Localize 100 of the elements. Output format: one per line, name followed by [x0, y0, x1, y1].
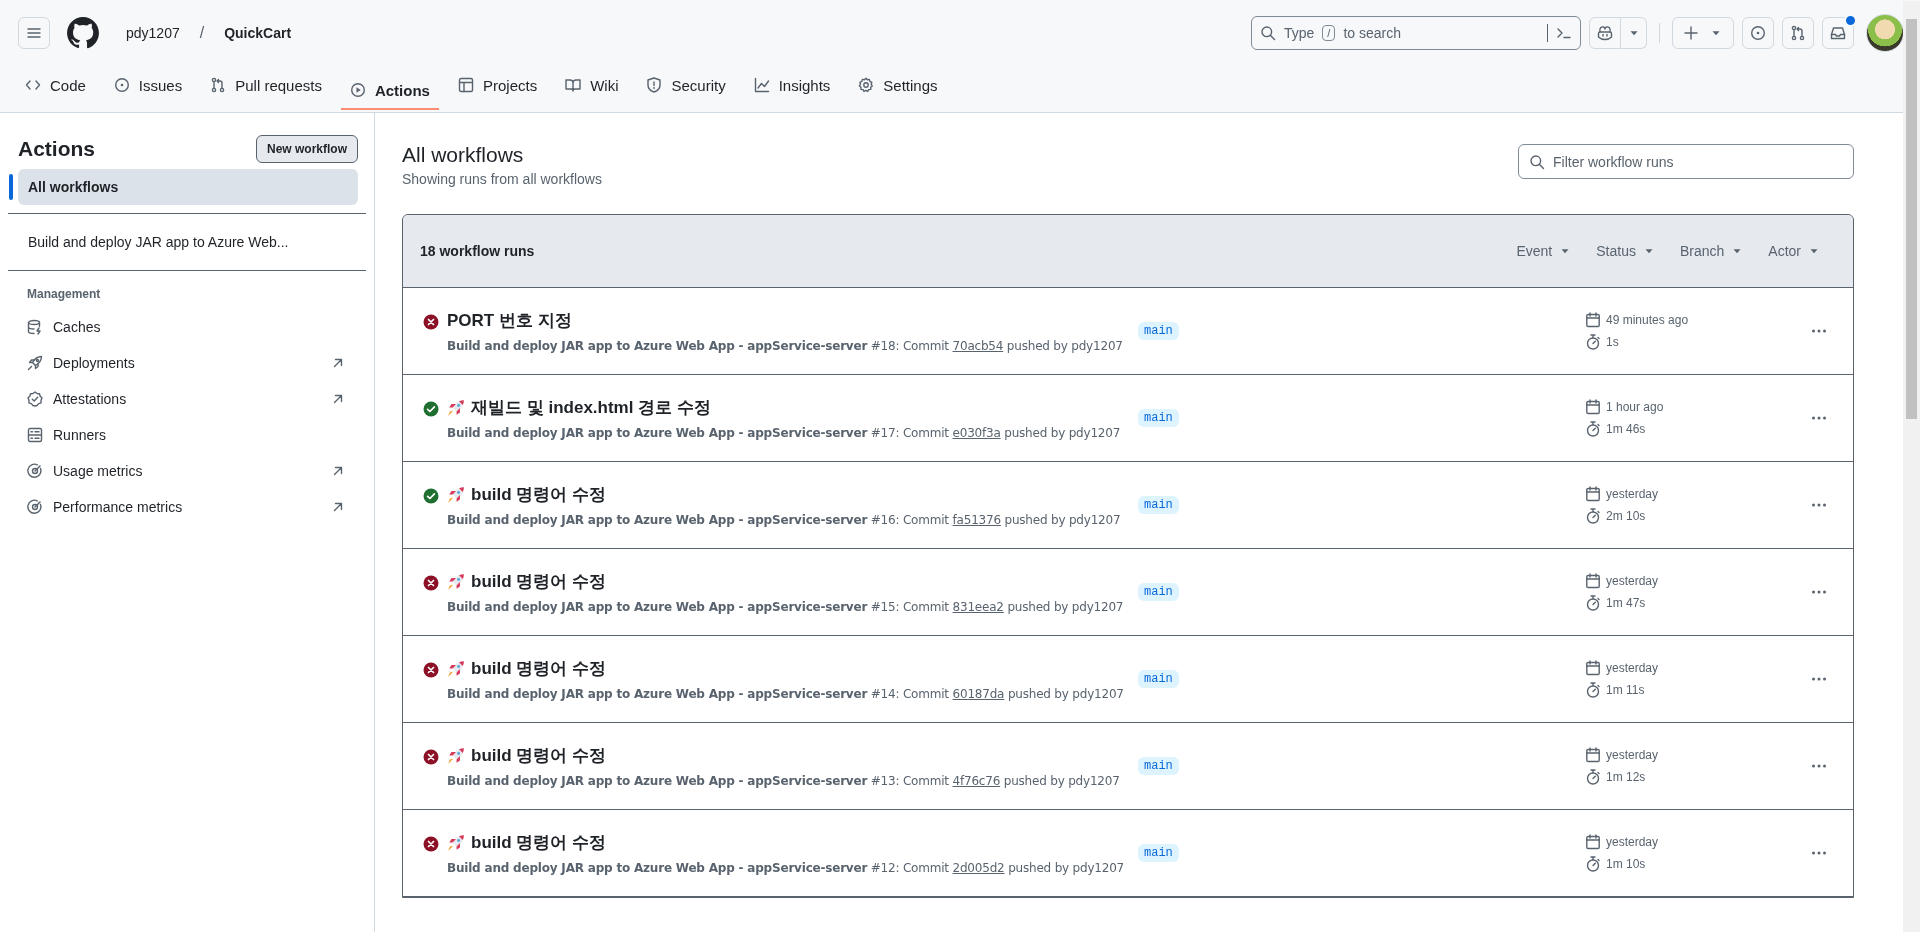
- commit-link[interactable]: 831eea2: [952, 600, 1004, 614]
- inbox-button[interactable]: [1822, 17, 1854, 49]
- graph-icon: [753, 77, 770, 93]
- commit-link[interactable]: 60187da: [952, 687, 1005, 701]
- workflow-item[interactable]: All workflows: [18, 169, 358, 205]
- run-description: Build and deploy JAR app to Azure Web App - appService-server #16: Commit fa51376 pushed by pdy1207: [447, 513, 1121, 527]
- commit-link[interactable]: 4f76c76: [952, 774, 1001, 788]
- run-title[interactable]: build 명령어 수정: [471, 483, 607, 507]
- sidebar-item[interactable]: Usage metrics: [8, 453, 366, 489]
- calendar-icon: [1585, 399, 1601, 415]
- search-icon: [1529, 153, 1545, 170]
- commit-link[interactable]: 70acb54: [952, 339, 1004, 353]
- nav-tab[interactable]: Pull requests: [201, 66, 331, 104]
- filter-dropdown[interactable]: Status: [1596, 243, 1656, 259]
- inbox-icon: [1830, 25, 1846, 41]
- logo-icon: [66, 16, 100, 50]
- check-badge-icon: [27, 391, 43, 407]
- commit-link[interactable]: fa51376: [952, 513, 1001, 527]
- run-description: Build and deploy JAR app to Azure Web App - appService-server #17: Commit e030f3a pushed by pdy1207: [447, 426, 1121, 440]
- nav-tab[interactable]: Settings: [849, 66, 947, 104]
- run-duration: 1m 46s: [1606, 422, 1646, 436]
- issue-icon: [113, 77, 130, 93]
- branch-label[interactable]: main: [1138, 583, 1179, 601]
- commit-link[interactable]: 2d005d2: [952, 861, 1005, 875]
- sidebar-item[interactable]: Performance metrics: [8, 489, 366, 525]
- issues-button[interactable]: [1742, 17, 1774, 49]
- nav-tab[interactable]: Projects: [448, 66, 547, 104]
- menu-button[interactable]: [18, 17, 50, 49]
- new-workflow-button[interactable]: New workflow: [256, 135, 358, 163]
- nav-tab[interactable]: Security: [637, 66, 735, 104]
- calendar-icon: [1585, 486, 1601, 502]
- nav-tab[interactable]: Insights: [744, 66, 840, 104]
- gear-icon: [858, 77, 875, 93]
- calendar-icon: [1585, 660, 1601, 676]
- sidebar-item[interactable]: Runners: [8, 417, 366, 453]
- pull-request-icon: [210, 77, 227, 93]
- calendar-icon: [1585, 573, 1601, 589]
- calendar-icon: [1585, 312, 1601, 328]
- breadcrumb-separator: /: [199, 24, 205, 42]
- book-icon: [565, 77, 582, 93]
- run-date: 1 hour ago: [1606, 400, 1664, 414]
- branch-label[interactable]: main: [1138, 409, 1179, 427]
- run-duration: 1m 47s: [1606, 596, 1646, 610]
- run-title[interactable]: 재빌드 및 index.html 경로 수정: [471, 396, 711, 420]
- branch-label[interactable]: main: [1138, 844, 1179, 862]
- run-duration: 2m 10s: [1606, 509, 1646, 523]
- run-title[interactable]: build 명령어 수정: [471, 657, 607, 681]
- run-description: Build and deploy JAR app to Azure Web App - appService-server #12: Commit 2d005d2 pushed by pdy1207: [447, 861, 1125, 875]
- pull-requests-button[interactable]: [1782, 17, 1814, 49]
- branch-label[interactable]: main: [1138, 757, 1179, 775]
- gauge-icon: [27, 463, 43, 479]
- workflow-item[interactable]: Build and deploy JAR app to Azure Web...: [18, 224, 358, 260]
- filter-field[interactable]: Filter workflow runs: [1518, 144, 1854, 179]
- avatar[interactable]: [1866, 14, 1904, 52]
- owner-link[interactable]: pdy1207: [120, 21, 186, 45]
- branch-label[interactable]: main: [1138, 496, 1179, 514]
- nav-tab[interactable]: Issues: [104, 66, 192, 104]
- filter-dropdown[interactable]: Branch: [1679, 243, 1745, 259]
- nav-tab[interactable]: Code: [16, 66, 95, 104]
- database-icon: [27, 319, 43, 335]
- stopwatch-icon: [1585, 508, 1601, 524]
- run-duration: 1s: [1606, 335, 1619, 349]
- run-description: Build and deploy JAR app to Azure Web App - appService-server #14: Commit 60187da pushed by pdy1207: [447, 687, 1124, 701]
- sidebar-item[interactable]: Caches: [8, 309, 366, 345]
- branch-label[interactable]: main: [1138, 322, 1179, 340]
- plus-icon: [1683, 25, 1699, 41]
- run-date: yesterday: [1606, 487, 1659, 501]
- copilot-button[interactable]: [1589, 17, 1621, 49]
- play-icon: [349, 82, 366, 98]
- run-description: Build and deploy JAR app to Azure Web App - appService-server #15: Commit 831eea2 pushed by pdy1207: [447, 600, 1124, 614]
- run-title[interactable]: build 명령어 수정: [471, 570, 607, 594]
- run-date: yesterday: [1606, 748, 1659, 762]
- sidebar-item[interactable]: Deployments: [8, 345, 366, 381]
- filter-dropdown[interactable]: Actor: [1768, 243, 1821, 259]
- run-title[interactable]: build 명령어 수정: [471, 831, 607, 855]
- create-button[interactable]: [1672, 17, 1734, 49]
- scrollbar-thumb[interactable]: [1906, 19, 1917, 419]
- run-duration: 1m 10s: [1606, 857, 1646, 871]
- search-icon: [1260, 25, 1276, 41]
- run-date: yesterday: [1606, 574, 1659, 588]
- run-duration: 1m 12s: [1606, 770, 1646, 784]
- calendar-icon: [1585, 747, 1601, 763]
- selection-indicator: [9, 174, 13, 200]
- page-subtitle: Showing runs from all workflows: [402, 171, 602, 187]
- run-title[interactable]: build 명령어 수정: [471, 744, 607, 768]
- run-date: yesterday: [1606, 661, 1659, 675]
- repo-link[interactable]: QuickCart: [218, 21, 298, 45]
- filter-dropdown[interactable]: Event: [1516, 243, 1573, 259]
- run-duration: 1m 11s: [1606, 683, 1645, 697]
- branch-label[interactable]: main: [1138, 670, 1179, 688]
- sidebar-title: Actions: [18, 137, 95, 161]
- pull-request-icon: [1790, 25, 1806, 41]
- run-date: yesterday: [1606, 835, 1659, 849]
- nav-tab[interactable]: Actions: [340, 66, 439, 110]
- search-field[interactable]: Type / to search: [1251, 16, 1581, 50]
- commit-link[interactable]: e030f3a: [952, 426, 1001, 440]
- nav-tab[interactable]: Wiki: [556, 66, 628, 104]
- sidebar-item[interactable]: Attestations: [8, 381, 366, 417]
- runs-count: 18 workflow runs: [420, 243, 536, 259]
- run-title[interactable]: PORT 번호 지정: [447, 309, 572, 333]
